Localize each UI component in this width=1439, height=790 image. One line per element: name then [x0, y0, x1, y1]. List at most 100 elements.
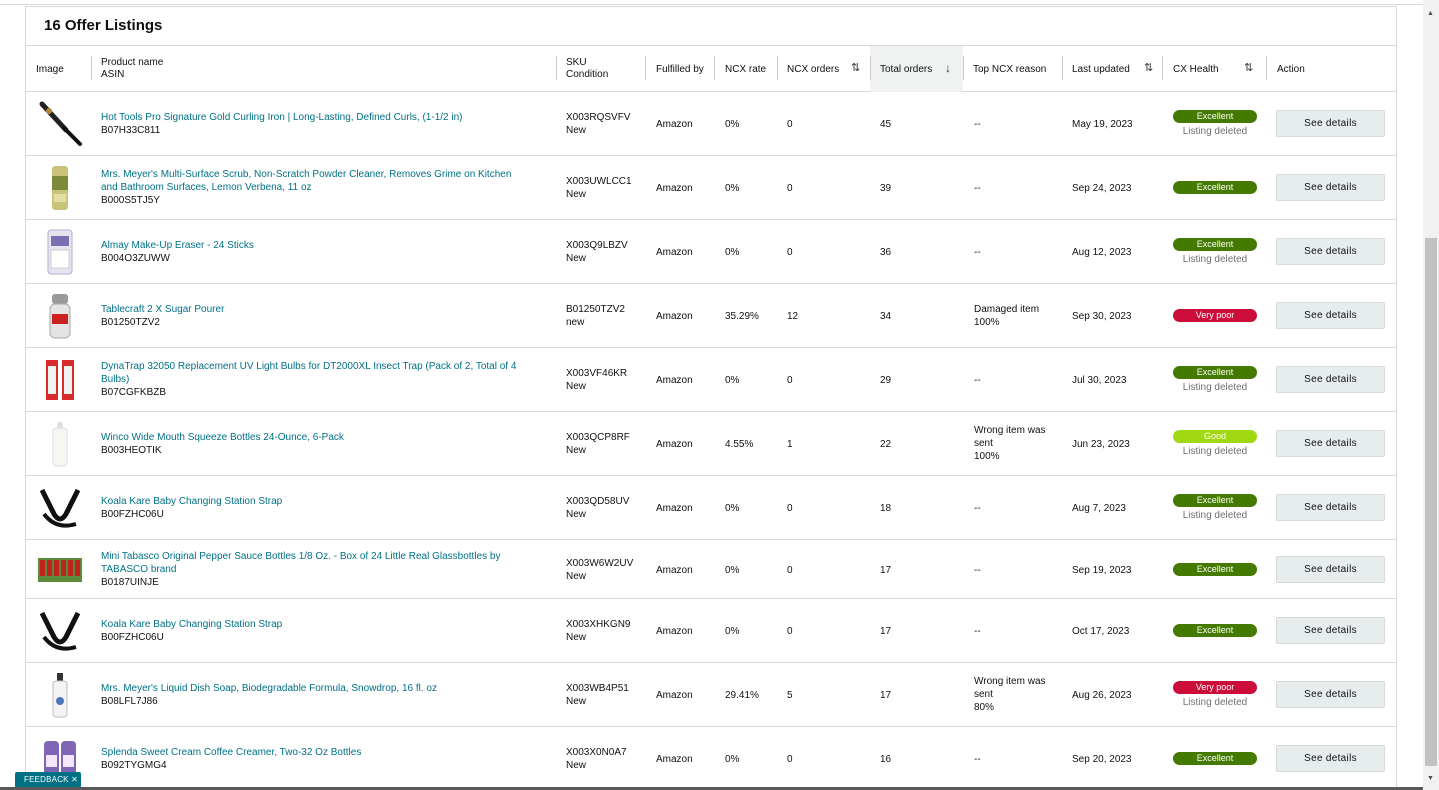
product-name-link[interactable]: Hot Tools Pro Signature Gold Curling Iro…	[101, 111, 556, 124]
curling-iron-image[interactable]	[36, 100, 84, 148]
total-orders: 16	[880, 754, 892, 765]
see-details-button[interactable]: See details	[1276, 174, 1385, 201]
sort-icon[interactable]: ⇅	[851, 61, 860, 74]
header-ncx-rate: NCX rate	[725, 63, 767, 75]
dish-soap-image[interactable]	[36, 671, 84, 719]
product-name-link[interactable]: Koala Kare Baby Changing Station Strap	[101, 618, 556, 631]
product-name-link[interactable]: Almay Make-Up Eraser - 24 Sticks	[101, 239, 556, 252]
listing-deleted-label: Listing deleted	[1182, 446, 1248, 457]
see-details-button[interactable]: See details	[1276, 745, 1385, 772]
product-name-link[interactable]: and Bathroom Surfaces, Lemon Verbena, 11…	[101, 181, 556, 194]
see-details-button[interactable]: See details	[1276, 494, 1385, 521]
see-details-button[interactable]: See details	[1276, 302, 1385, 329]
table-row: Hot Tools Pro Signature Gold Curling Iro…	[26, 92, 1396, 156]
last-updated: Sep 20, 2023	[1072, 754, 1132, 765]
product-name-link[interactable]: Tablecraft 2 X Sugar Pourer	[101, 303, 556, 316]
top-ncx-reason: Wrong item was sent 80%	[974, 676, 1046, 713]
status-badge: Excellent	[1173, 366, 1257, 379]
product-name-link[interactable]: Koala Kare Baby Changing Station Strap	[101, 495, 556, 508]
sku: X003RQSVFV	[566, 112, 631, 123]
sku: X003WB4P51	[566, 683, 629, 694]
top-ncx-reason: Damaged item 100%	[974, 304, 1040, 328]
makeup-eraser-image[interactable]	[36, 228, 84, 276]
sku-cell: X003XHKGN9 New	[566, 618, 630, 644]
sku-cell: X003QCP8RF New	[566, 431, 630, 457]
scroll-down-arrow-icon[interactable]: ▼	[1427, 775, 1434, 782]
scrollbar-thumb[interactable]	[1425, 238, 1437, 766]
header-image: Image	[36, 63, 64, 75]
product-name-link[interactable]: Winco Wide Mouth Squeeze Bottles 24-Ounc…	[101, 431, 556, 444]
condition: New	[566, 253, 587, 264]
scrollbar[interactable]: ▲ ▼	[1423, 0, 1439, 790]
total-orders: 29	[880, 375, 892, 386]
asin: B07CGFKBZB	[101, 387, 167, 398]
see-details-button[interactable]: See details	[1276, 617, 1385, 644]
tabasco-bottles-image[interactable]	[36, 546, 84, 594]
status-badge: Excellent	[1173, 110, 1257, 123]
product-cell: Winco Wide Mouth Squeeze Bottles 24-Ounc…	[101, 431, 556, 457]
total-orders: 17	[880, 626, 892, 637]
sku-cell: B01250TZV2 new	[566, 303, 625, 329]
see-details-button[interactable]: See details	[1276, 430, 1385, 457]
asin: B01250TZV2	[101, 317, 160, 328]
product-name-link[interactable]: Bulbs)	[101, 373, 556, 386]
product-name-link[interactable]: Mrs. Meyer's Liquid Dish Soap, Biodegrad…	[101, 682, 556, 695]
see-details-button[interactable]: See details	[1276, 110, 1385, 137]
product-name-link[interactable]: Mrs. Meyer's Multi-Surface Scrub, Non-Sc…	[101, 168, 556, 181]
sku: X003XHKGN9	[566, 619, 631, 630]
status-badge: Very poor	[1173, 309, 1257, 322]
ncx-orders: 0	[787, 564, 793, 576]
ncx-orders: 0	[787, 119, 793, 130]
last-updated: Jun 23, 2023	[1072, 439, 1130, 450]
table-row: DynaTrap 32050 Replacement UV Light Bulb…	[26, 348, 1396, 412]
strap-image[interactable]	[36, 484, 84, 532]
ncx-rate: 0%	[725, 754, 740, 765]
product-name-link[interactable]: Mini Tabasco Original Pepper Sauce Bottl…	[101, 550, 556, 563]
product-name-link[interactable]: DynaTrap 32050 Replacement UV Light Bulb…	[101, 360, 556, 373]
asin: B0187UINJE	[101, 576, 159, 588]
see-details-button[interactable]: See details	[1276, 681, 1385, 708]
product-cell: Mini Tabasco Original Pepper Sauce Bottl…	[101, 550, 556, 589]
see-details-button[interactable]: See details	[1276, 555, 1385, 583]
listing-deleted-label: Listing deleted	[1182, 254, 1248, 265]
see-details-button[interactable]: See details	[1276, 366, 1385, 393]
top-ncx-reason: --	[974, 754, 981, 765]
last-updated: Jul 30, 2023	[1072, 375, 1127, 386]
fulfilled-by: Amazon	[656, 439, 693, 450]
status-badge: Excellent	[1173, 624, 1257, 637]
sort-icon[interactable]: ⇅	[1244, 61, 1253, 74]
total-orders: 17	[880, 564, 892, 576]
asin: B00FZHC06U	[101, 509, 164, 520]
strap-image[interactable]	[36, 607, 84, 655]
product-name-link[interactable]: TABASCO brand	[101, 563, 556, 576]
sku-cell: X003Q9LBZV New	[566, 239, 628, 265]
sku: X003VF46KR	[566, 368, 628, 379]
sku-cell: X003VF46KR New	[566, 367, 627, 393]
table-row: Winco Wide Mouth Squeeze Bottles 24-Ounc…	[26, 412, 1396, 476]
ncx-orders: 0	[787, 626, 793, 637]
status-badge: Excellent	[1173, 238, 1257, 251]
sort-descending-icon[interactable]: ↓	[945, 61, 951, 75]
light-bulbs-image[interactable]	[36, 356, 84, 404]
sort-icon[interactable]: ⇅	[1144, 61, 1153, 74]
product-name-link[interactable]: Splenda Sweet Cream Coffee Creamer, Two-…	[101, 746, 556, 759]
fulfilled-by: Amazon	[656, 754, 693, 765]
ncx-orders: 0	[787, 503, 793, 514]
sugar-pourer-image[interactable]	[36, 292, 84, 340]
feedback-button[interactable]: FEEDBACK ✕	[15, 772, 81, 788]
ncx-rate: 0%	[725, 183, 740, 194]
product-cell: Hot Tools Pro Signature Gold Curling Iro…	[101, 111, 556, 137]
last-updated: May 19, 2023	[1072, 119, 1133, 130]
ncx-rate: 0%	[725, 247, 740, 258]
see-details-button[interactable]: See details	[1276, 238, 1385, 265]
last-updated: Sep 24, 2023	[1072, 183, 1132, 194]
table-row: Splenda Sweet Cream Coffee Creamer, Two-…	[26, 727, 1396, 790]
status-badge: Excellent	[1173, 181, 1257, 194]
cleaner-can-image[interactable]	[36, 164, 84, 212]
product-cell: Almay Make-Up Eraser - 24 Sticks B004O3ZU…	[101, 239, 556, 265]
table-row: Mrs. Meyer's Liquid Dish Soap, Biodegrad…	[26, 663, 1396, 727]
squeeze-bottle-image[interactable]	[36, 420, 84, 468]
fulfilled-by: Amazon	[656, 626, 693, 637]
sku: X003Q9LBZV	[566, 240, 628, 251]
scroll-up-arrow-icon[interactable]: ▲	[1427, 10, 1434, 17]
